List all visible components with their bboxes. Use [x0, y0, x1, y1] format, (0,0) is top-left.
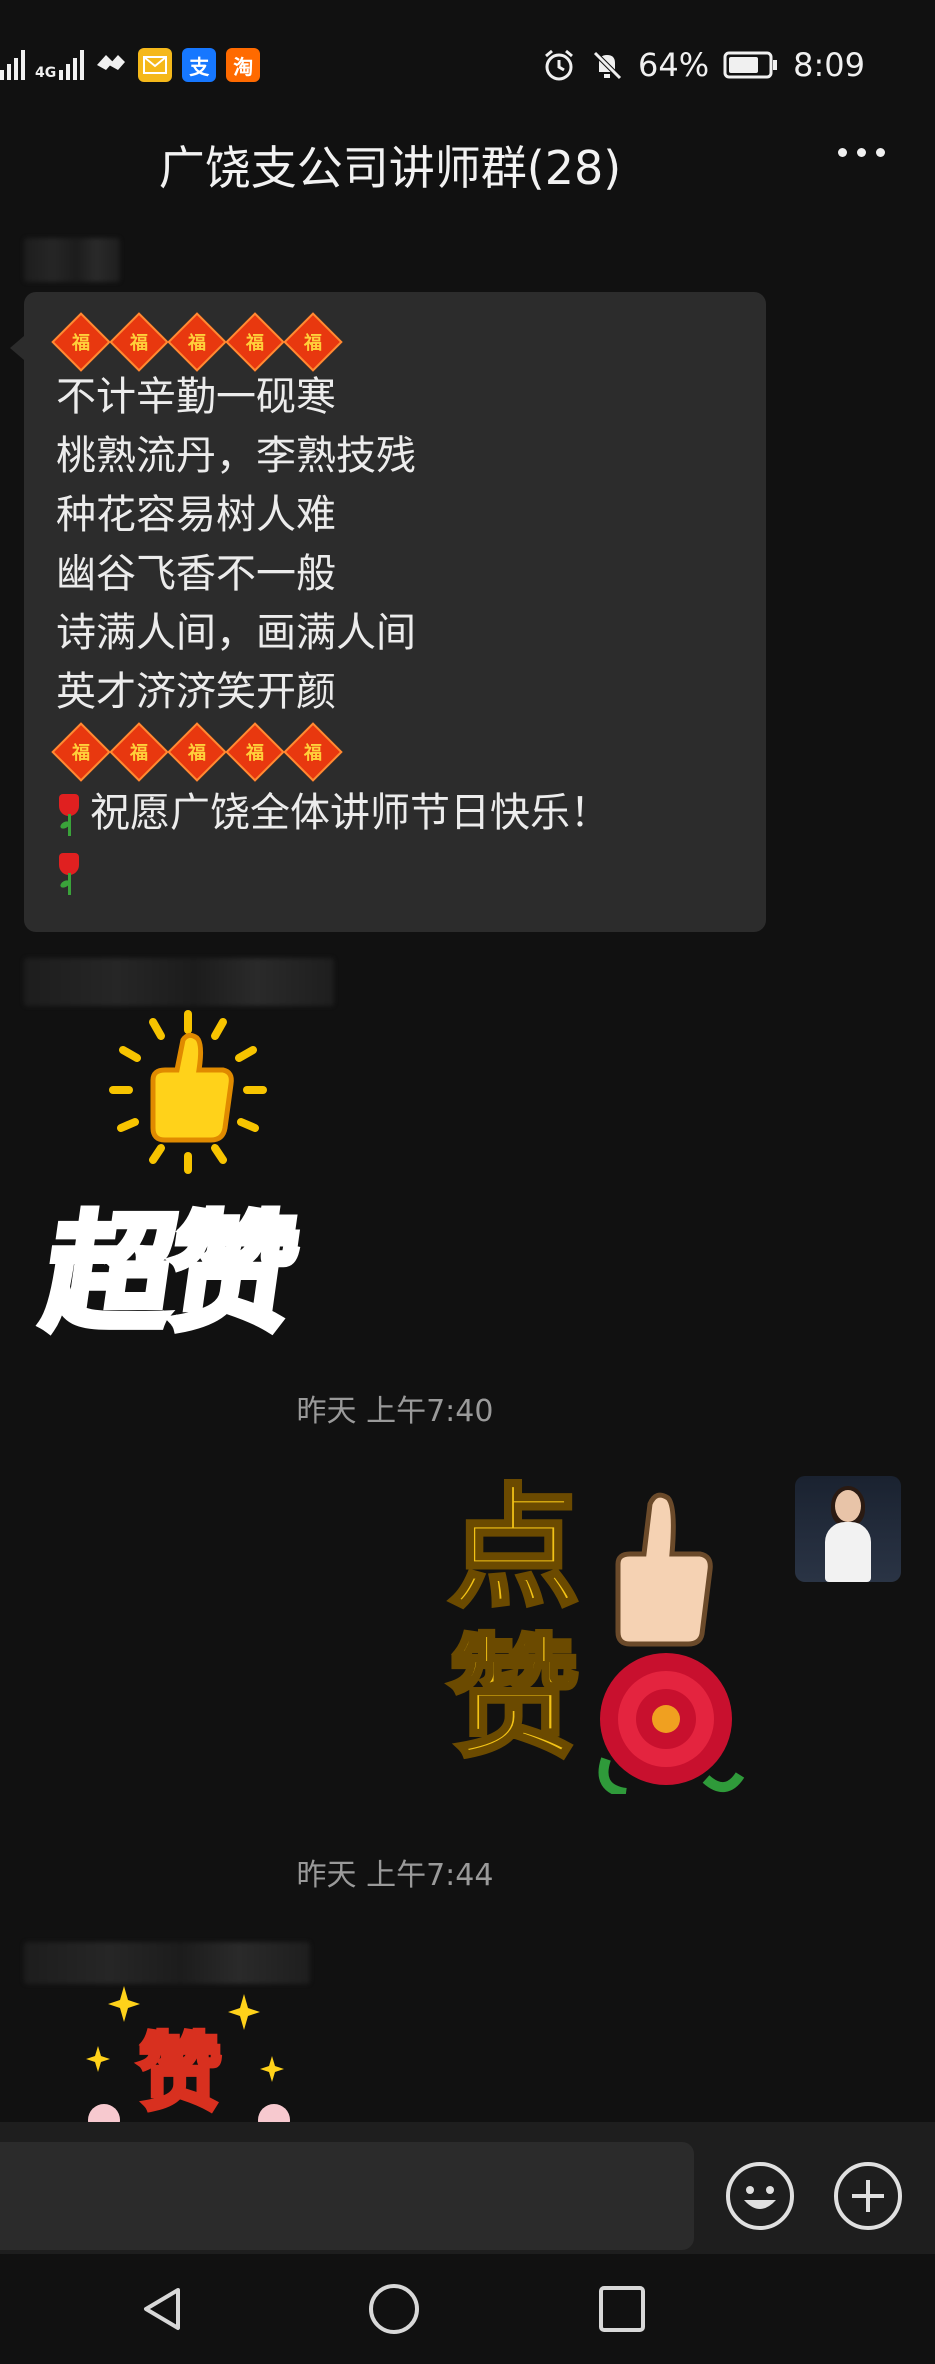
sender-name-blurred	[24, 958, 334, 1006]
fu-icon: 福	[109, 312, 169, 372]
poem-line: 不计辛勤一砚寒	[56, 374, 336, 420]
fu-icon: 福	[283, 722, 343, 782]
poem-line: 诗满人间，画满人间	[56, 610, 416, 656]
fu-icon: 福	[225, 312, 285, 372]
fu-icon: 福	[167, 312, 227, 372]
sender-name-blurred	[24, 1942, 310, 1984]
home-icon[interactable]	[367, 2282, 421, 2336]
sticker-text: 超赞	[33, 1197, 304, 1352]
timestamp: 昨天 上午7:44	[296, 1858, 494, 1893]
recents-icon[interactable]	[597, 2284, 647, 2334]
status-bar: 4G 支 淘 64% 8:09	[0, 0, 935, 130]
sticker-text-top: 点	[446, 1472, 582, 1626]
mail-app-icon	[138, 48, 173, 82]
wish-text: 祝愿广饶全体讲师节日快乐！	[90, 790, 610, 836]
emoji-icon[interactable]	[726, 2162, 794, 2230]
wish-line: 祝愿广饶全体讲师节日快乐！	[56, 784, 734, 843]
fu-icon: 福	[51, 722, 111, 782]
sender-name-blurred	[24, 238, 120, 282]
sticker-text-bottom: 赞	[446, 1622, 582, 1776]
fu-decoration-row: 福 福 福 福 福	[51, 722, 734, 782]
taobao-app-icon: 淘	[226, 48, 261, 82]
input-bar	[0, 2122, 935, 2254]
sticker-zan[interactable]: 赞	[84, 1986, 294, 2122]
mute-icon	[593, 51, 622, 80]
fu-icon: 福	[109, 722, 169, 782]
battery-icon	[723, 51, 778, 79]
plus-icon[interactable]	[834, 2162, 902, 2230]
tulip-icon	[56, 851, 82, 897]
fu-icon: 福	[51, 312, 111, 372]
alipay-app-icon: 支	[182, 48, 217, 82]
clock: 8:09	[793, 46, 865, 84]
timestamp: 昨天 上午7:40	[296, 1394, 494, 1429]
battery-percent: 64%	[638, 46, 710, 84]
fu-decoration-row: 福 福 福 福 福	[51, 312, 734, 372]
signal-icon	[0, 50, 25, 80]
poem-line: 幽谷飞香不一般	[56, 551, 336, 597]
signal-4g-icon	[59, 50, 85, 80]
sticker-dianzan[interactable]: 点 赞	[446, 1472, 748, 1800]
sticker-text: 赞	[136, 2022, 224, 2122]
back-icon[interactable]	[138, 2284, 188, 2334]
avatar[interactable]	[795, 1476, 901, 1582]
fu-icon: 福	[225, 722, 285, 782]
network-type: 4G	[35, 65, 57, 81]
message-input[interactable]	[0, 2142, 694, 2250]
message-bubble[interactable]: 福 福 福 福 福 不计辛勤一砚寒 桃熟流丹，李熟技残 种花容易树人难 幽谷飞香…	[10, 292, 766, 932]
thumbs-up-flower-icon	[598, 1492, 745, 1794]
poem-line: 桃熟流丹，李熟技残	[56, 433, 416, 479]
poem-line: 英才济济笑开颜	[56, 669, 336, 715]
chat-header: 广饶支公司讲师群(28)	[0, 120, 935, 210]
system-nav-bar	[0, 2254, 935, 2364]
more-dots-icon[interactable]	[838, 148, 885, 157]
alarm-icon	[545, 49, 573, 81]
wish-line-tail	[56, 843, 734, 902]
sticker-chaozan[interactable]: 超赞	[33, 1010, 328, 1352]
poem-line: 种花容易树人难	[56, 492, 336, 538]
fu-icon: 福	[167, 722, 227, 782]
chat-title: 广饶支公司讲师群(28)	[158, 141, 622, 195]
thumbs-up-icon	[109, 1010, 267, 1174]
fu-icon: 福	[283, 312, 343, 372]
vpn-icon	[97, 55, 126, 70]
tulip-icon	[56, 792, 82, 838]
